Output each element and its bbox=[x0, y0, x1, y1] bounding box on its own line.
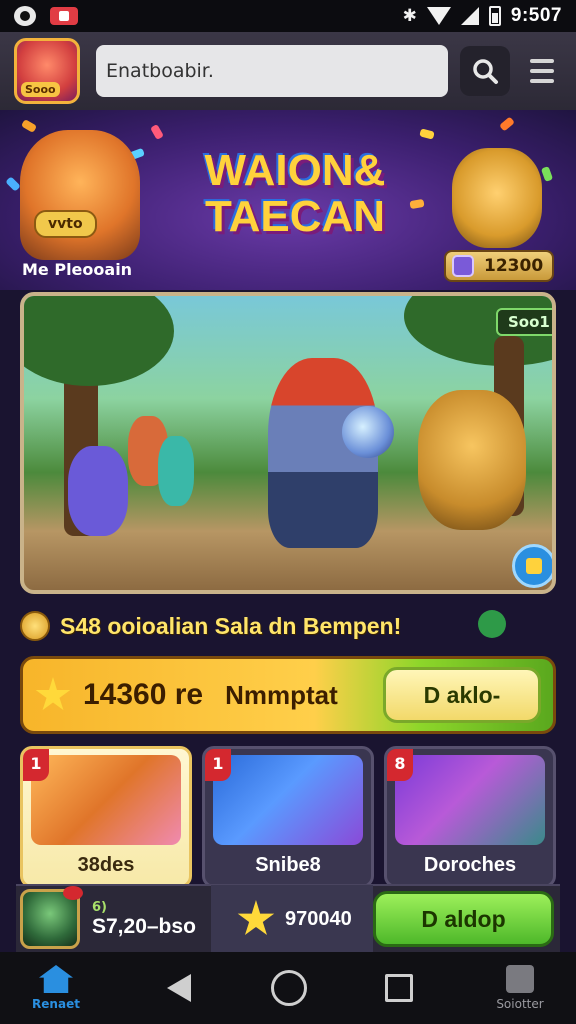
character-sprite bbox=[158, 436, 194, 506]
navigation-bar: Renaet Soiotter bbox=[0, 952, 576, 1024]
clover-icon bbox=[478, 610, 506, 638]
star-icon bbox=[35, 677, 71, 711]
currency-value: 12300 bbox=[484, 256, 544, 276]
home-button[interactable] bbox=[271, 970, 307, 1006]
nav-settings-label: Soiotter bbox=[496, 997, 544, 1011]
bluetooth-icon: ✱ bbox=[402, 6, 417, 26]
primary-action-button[interactable]: D aldop bbox=[372, 891, 554, 947]
message-icon bbox=[50, 7, 78, 25]
promo-text: S48 ooioalian Sala dn Bempen! bbox=[60, 612, 402, 639]
search-button[interactable] bbox=[460, 46, 510, 96]
player-avatar[interactable] bbox=[20, 886, 83, 949]
clock: 9:507 bbox=[510, 5, 562, 26]
card-art bbox=[395, 755, 545, 845]
category-card-3[interactable]: 8 Doroches bbox=[384, 746, 556, 888]
hero-subtitle: Me Pleooain bbox=[22, 260, 133, 279]
card-art bbox=[213, 755, 363, 845]
settings-icon bbox=[506, 965, 534, 993]
hero-mascot-lion bbox=[452, 148, 542, 248]
back-button[interactable] bbox=[164, 972, 194, 1004]
gem-icon bbox=[452, 255, 474, 277]
game-art-banner[interactable]: Soo1 bbox=[20, 292, 556, 594]
star-count: 970040 bbox=[284, 907, 352, 930]
card-label: Doroches bbox=[423, 854, 517, 876]
card-badge: 1 bbox=[23, 749, 49, 781]
star-counter: 970040 bbox=[210, 885, 373, 953]
category-card-2[interactable]: 1 Snibe8 bbox=[202, 746, 374, 888]
player-action-bar: 6) S7,20–bso 970040 D aldop bbox=[16, 884, 560, 953]
wifi-icon bbox=[426, 7, 451, 25]
app-icon bbox=[14, 6, 36, 26]
card-label: Snibe8 bbox=[255, 854, 321, 876]
app-header: Sooo bbox=[0, 32, 576, 110]
back-icon bbox=[166, 974, 191, 1002]
battery-icon bbox=[488, 6, 501, 26]
nav-home-label: Renaet bbox=[32, 997, 80, 1011]
score-action-button[interactable]: D aklo- bbox=[383, 667, 541, 723]
home-icon bbox=[39, 965, 73, 993]
status-bar: ✱ 9:507 bbox=[0, 0, 576, 32]
card-label: 38des bbox=[77, 854, 135, 876]
currency-pill[interactable]: 12300 bbox=[444, 250, 554, 282]
hero-mascot-tiger bbox=[20, 130, 140, 260]
player-level: 6) bbox=[92, 899, 107, 915]
signal-icon bbox=[460, 7, 479, 25]
hero-left-badge: vvto bbox=[34, 210, 97, 238]
search-input[interactable] bbox=[106, 60, 438, 82]
score-value: 14360 re bbox=[83, 678, 204, 711]
nav-settings-tab[interactable]: Soiotter bbox=[490, 965, 550, 1011]
coin-icon bbox=[20, 611, 50, 641]
search-icon bbox=[473, 59, 498, 84]
score-label: Nmmptat bbox=[225, 679, 338, 710]
avatar-badge: Sooo bbox=[21, 82, 60, 97]
game-title: WAION& TAECAN bbox=[204, 146, 386, 241]
card-badge: 1 bbox=[205, 749, 231, 781]
menu-icon[interactable] bbox=[522, 46, 562, 96]
nav-home-tab[interactable]: Renaet bbox=[26, 965, 86, 1011]
category-card-1[interactable]: 1 38des bbox=[20, 746, 192, 888]
art-badge: Soo1 bbox=[496, 308, 552, 336]
player-balance: S7,20–bso bbox=[92, 914, 196, 938]
promo-line: S48 ooioalian Sala dn Bempen! bbox=[20, 606, 560, 646]
search-bar[interactable] bbox=[96, 45, 448, 97]
art-action-button[interactable] bbox=[512, 544, 552, 588]
character-wolf bbox=[68, 446, 128, 536]
recents-button[interactable] bbox=[384, 974, 413, 1002]
player-info: 6) S7,20–bso bbox=[92, 900, 199, 939]
bow-icon bbox=[63, 886, 83, 900]
card-art bbox=[31, 755, 181, 845]
score-bar: 14360 re Nmmptat D aklo- bbox=[20, 656, 556, 734]
card-badge: 8 bbox=[387, 749, 413, 781]
hero-banner[interactable]: vvto WAION& TAECAN Me Pleooain 12300 bbox=[0, 110, 576, 290]
profile-avatar[interactable]: Sooo bbox=[14, 38, 80, 104]
character-lion-warrior bbox=[418, 390, 526, 530]
magic-orb bbox=[342, 406, 394, 458]
category-cards: 1 38des 1 Snibe8 8 Doroches bbox=[20, 746, 556, 888]
star-icon bbox=[237, 900, 275, 935]
